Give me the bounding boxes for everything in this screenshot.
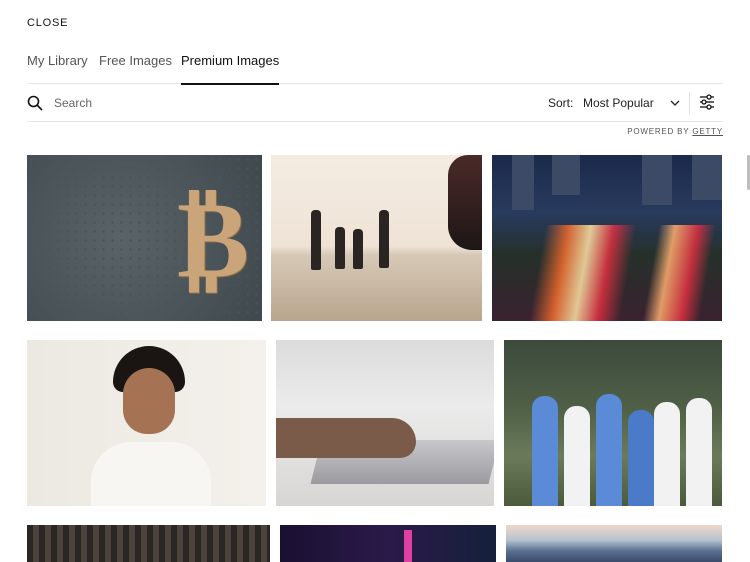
chevron-down-icon[interactable] xyxy=(669,97,681,109)
image-tile-beach-family[interactable] xyxy=(271,155,482,321)
shirt-shape xyxy=(91,442,211,506)
player-shape xyxy=(596,394,622,506)
player-shape xyxy=(564,406,590,506)
face-shape xyxy=(123,368,175,434)
getty-link[interactable]: GETTY xyxy=(692,127,723,136)
building-shape xyxy=(692,155,722,200)
building-shape xyxy=(512,155,534,210)
image-tile-laptop[interactable] xyxy=(276,340,494,506)
search-icon xyxy=(27,95,43,111)
player-shape xyxy=(686,398,712,506)
powered-by-getty: POWERED BY GETTY xyxy=(627,127,723,136)
image-source-tabs: My Library Free Images Premium Images xyxy=(27,53,723,85)
player-shape xyxy=(654,402,680,506)
image-tile-portrait[interactable] xyxy=(27,340,266,506)
sort-select[interactable]: Most Popular xyxy=(583,96,654,110)
car-shape xyxy=(448,155,482,250)
person-shape xyxy=(353,229,363,269)
image-tile-night-city[interactable] xyxy=(280,525,496,562)
close-button[interactable]: CLOSE xyxy=(27,17,68,29)
image-tile-sports-team[interactable] xyxy=(504,340,722,506)
person-shape xyxy=(379,210,389,268)
player-shape xyxy=(628,410,654,506)
image-tile-prison-bars[interactable] xyxy=(27,525,270,562)
building-shape xyxy=(552,155,580,195)
sort-label: Sort: xyxy=(548,96,574,110)
player-shape xyxy=(532,396,558,506)
tower-shape xyxy=(404,530,412,562)
tab-my-library[interactable]: My Library xyxy=(27,53,88,84)
tab-premium-images[interactable]: Premium Images xyxy=(181,53,280,85)
search-toolbar: Sort: Most Popular xyxy=(27,84,723,122)
sliders-icon[interactable] xyxy=(699,94,715,110)
image-tile-city-highway[interactable] xyxy=(492,155,722,321)
image-tile-mountains[interactable] xyxy=(506,525,722,562)
powered-by-label: POWERED BY xyxy=(627,127,690,136)
tab-free-images[interactable]: Free Images xyxy=(99,53,172,84)
person-shape xyxy=(311,210,321,270)
person-shape xyxy=(335,227,345,269)
image-tile-bitcoin[interactable]: ₿ xyxy=(27,155,262,321)
search-input[interactable] xyxy=(54,93,354,113)
hand-shape xyxy=(276,418,416,458)
bitcoin-symbol-icon: ₿ xyxy=(177,176,250,302)
building-shape xyxy=(642,155,672,205)
highway-lights xyxy=(512,225,722,321)
toolbar-divider xyxy=(689,92,690,114)
